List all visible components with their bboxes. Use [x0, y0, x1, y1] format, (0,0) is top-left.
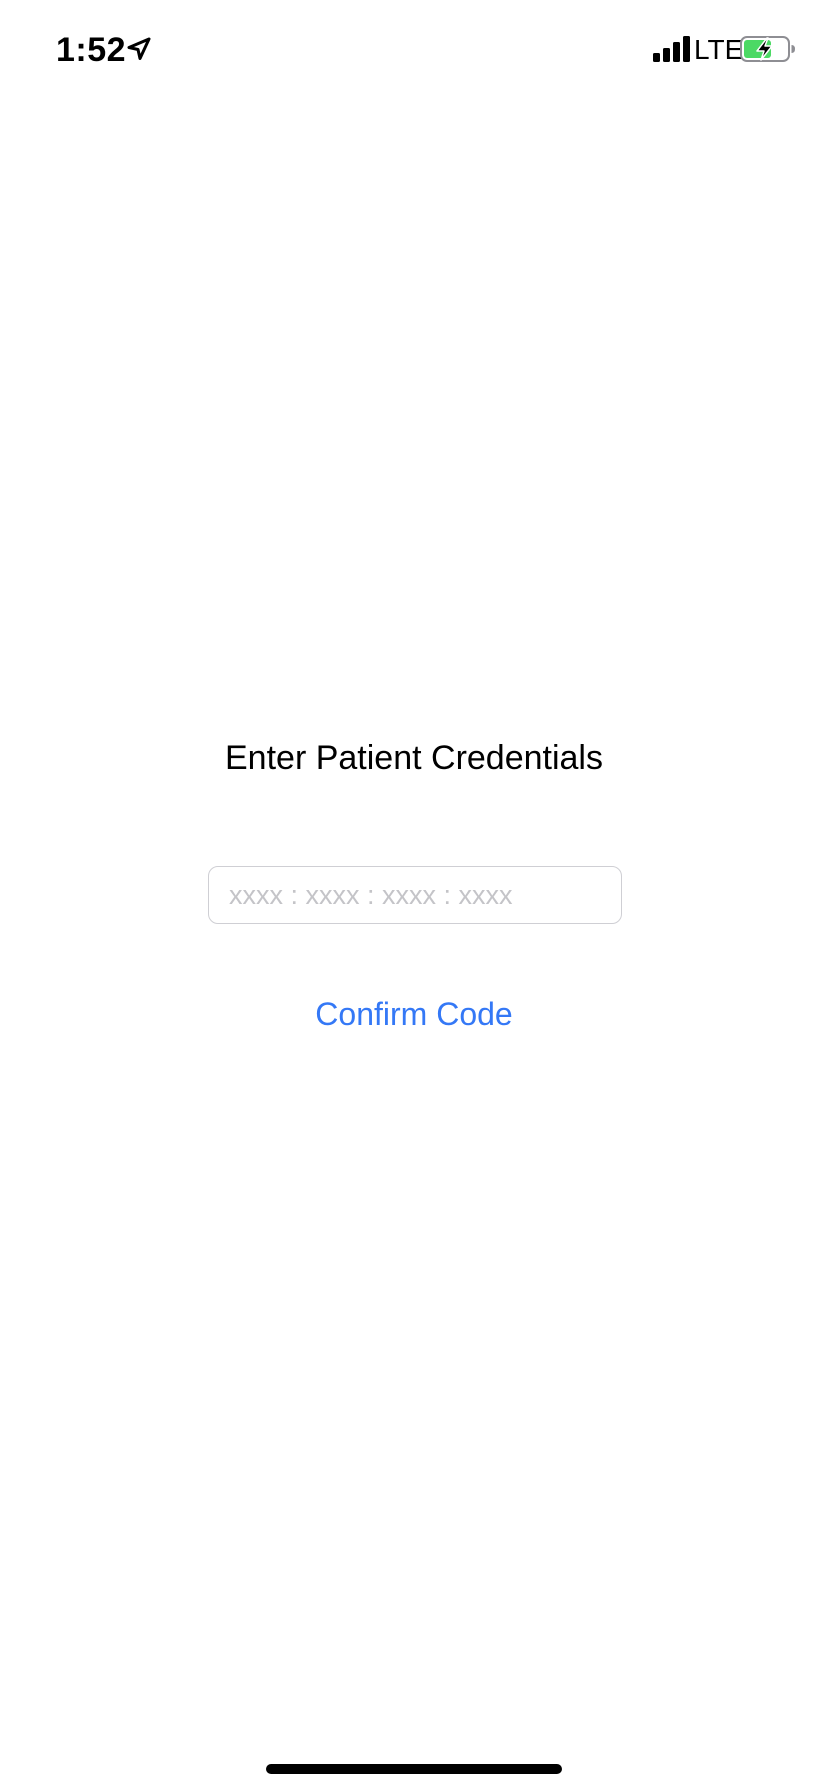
page-title: Enter Patient Credentials	[225, 739, 603, 777]
status-bar: 1:52 LTE	[0, 0, 828, 100]
battery-charging-icon	[740, 36, 796, 62]
credentials-code-input[interactable]	[208, 866, 622, 924]
home-indicator[interactable]	[266, 1764, 562, 1774]
cellular-signal-icon	[653, 36, 691, 62]
status-time: 1:52	[56, 31, 127, 69]
network-type-label: LTE	[694, 34, 744, 65]
confirm-code-button[interactable]: Confirm Code	[264, 986, 564, 1042]
location-arrow-icon	[126, 36, 152, 62]
